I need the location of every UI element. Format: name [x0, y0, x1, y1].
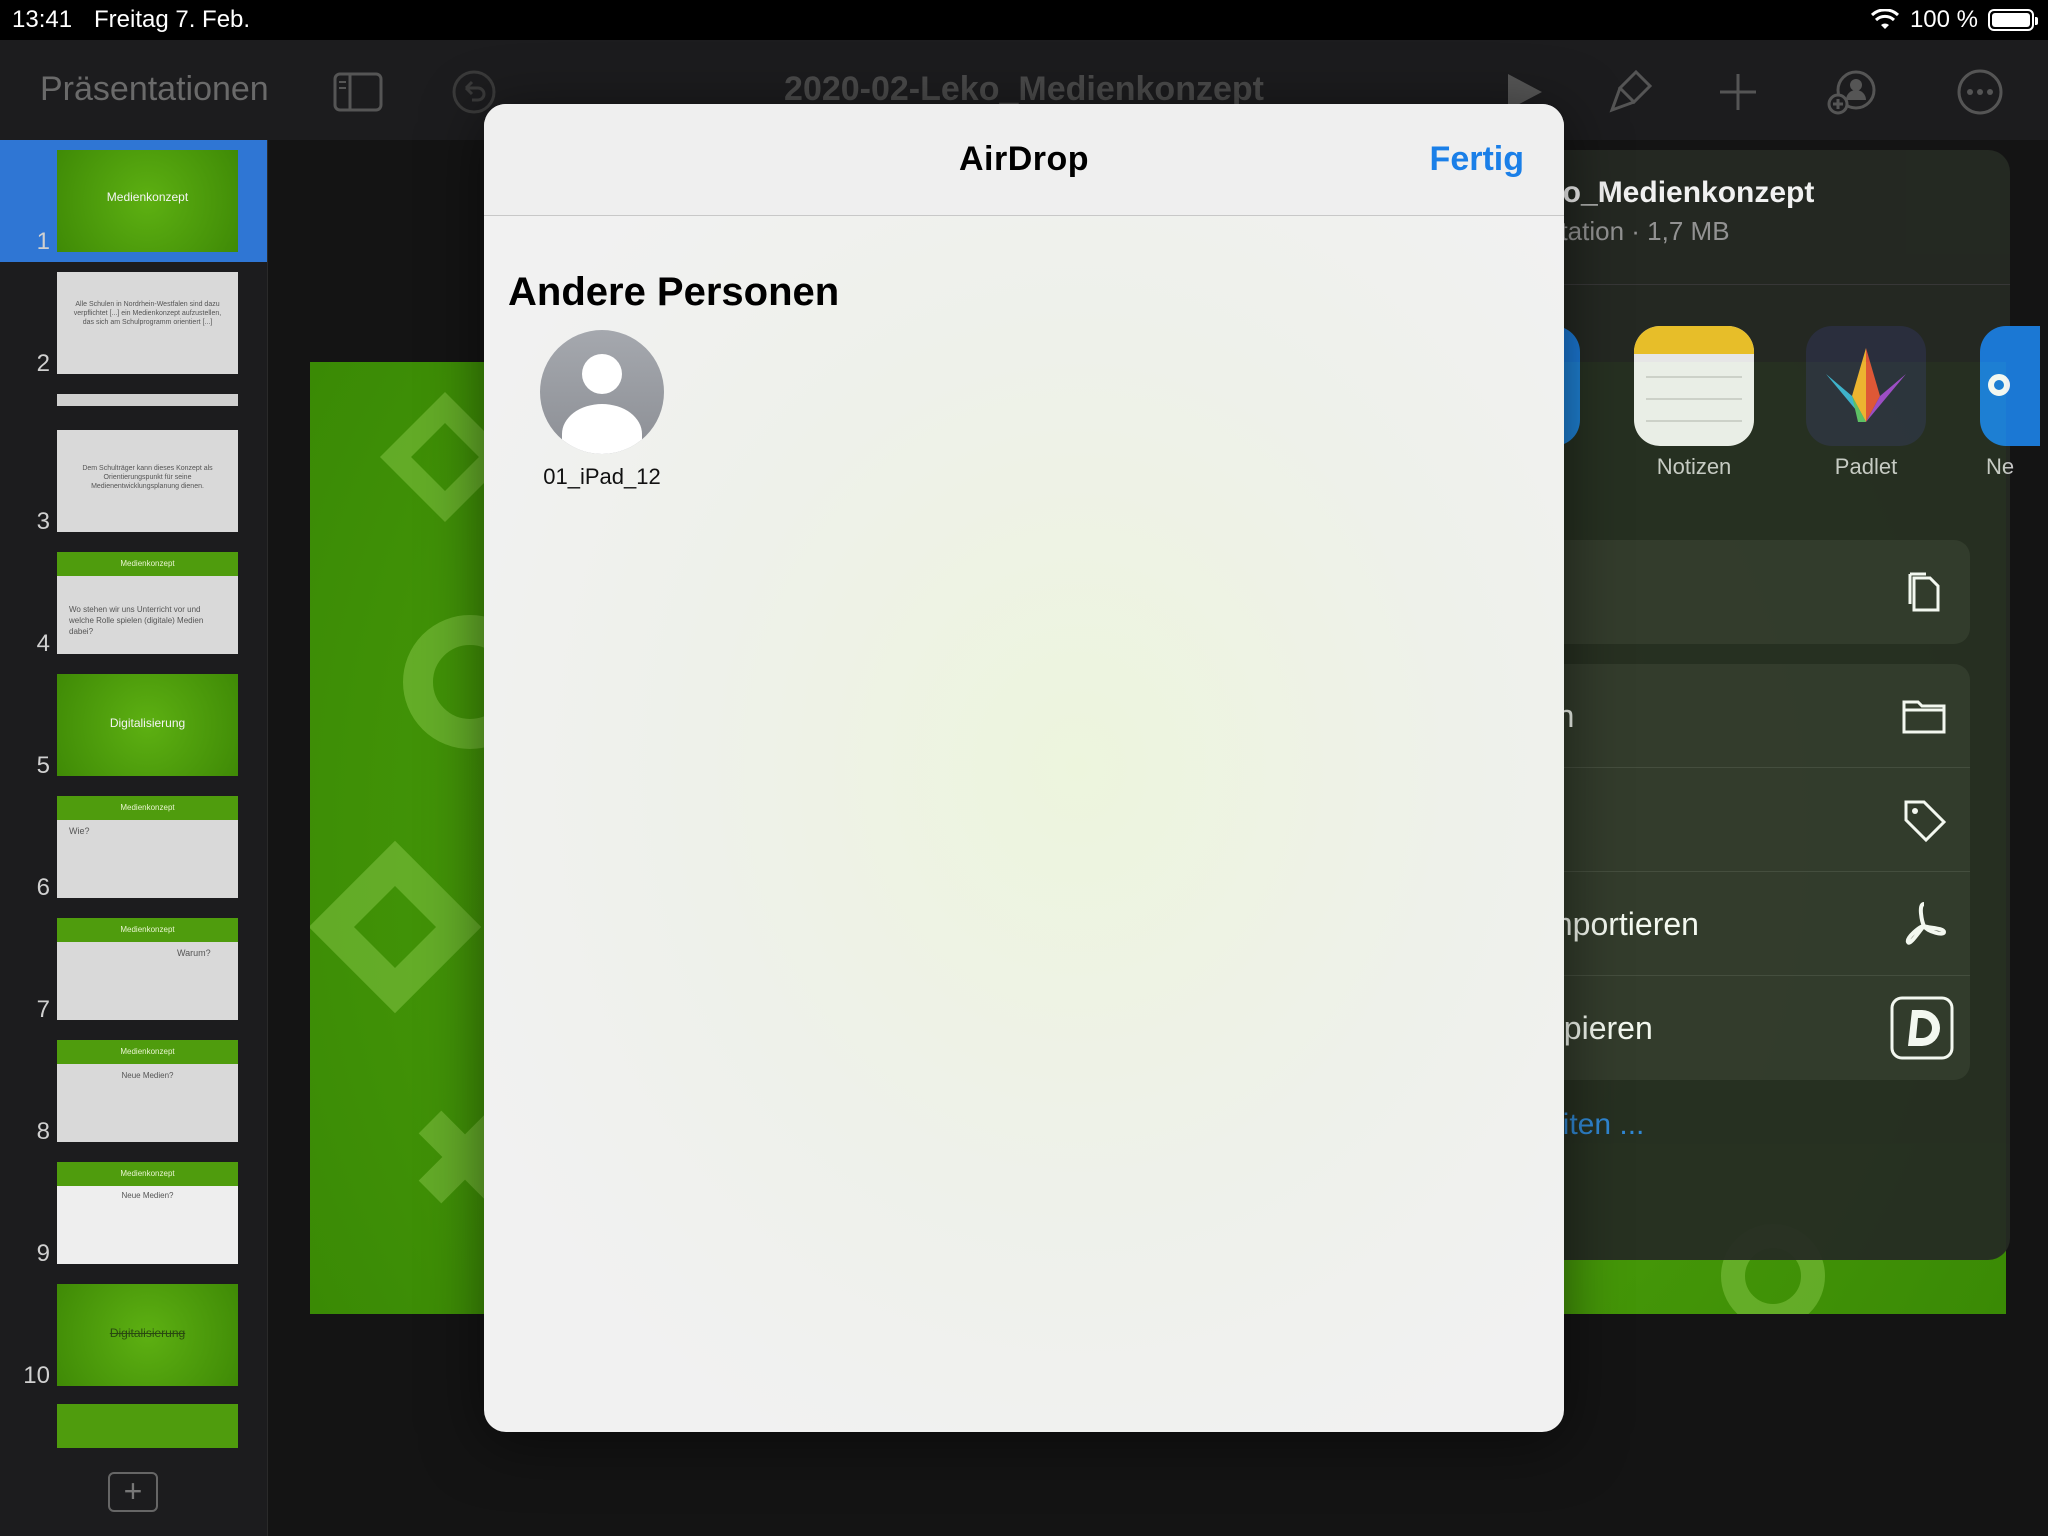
slide-preview: Medienkonzept Warum?: [57, 918, 238, 1020]
slide-header: Medienkonzept: [57, 796, 238, 820]
airdrop-header: AirDrop Fertig: [484, 104, 1564, 216]
person-name: 01_iPad_12: [543, 464, 661, 489]
slide-number: 8: [36, 1118, 50, 1145]
notes-icon: [1634, 326, 1754, 446]
slide-text: Warum?: [177, 948, 211, 958]
slide-title: Medienkonzept: [106, 190, 189, 204]
app-label: Padlet: [1834, 454, 1898, 479]
slide-thumbnail[interactable]: Medienkonzept Neue Medien? 8: [0, 1030, 267, 1152]
documents-app-icon: [1890, 996, 1954, 1060]
slide-header: Medienkonzept: [57, 552, 238, 576]
slide-thumbnail[interactable]: Digitalisierung 5: [0, 664, 267, 786]
slide-number: 2: [36, 350, 50, 377]
airdrop-title: AirDrop: [958, 140, 1090, 178]
action-label: mportieren: [1546, 906, 1699, 942]
app-label: Notizen: [1656, 454, 1732, 479]
add-slide-button[interactable]: +: [108, 1472, 158, 1512]
share-action-group: rn n mportieren opieren: [1530, 664, 1970, 1080]
slide-title: Digitalisierung: [109, 1326, 186, 1340]
airdrop-dialog: AirDrop Fertig Andere Personen 01_iPad_1…: [484, 104, 1564, 1432]
slide-number: 3: [36, 508, 50, 535]
more-icon[interactable]: [1954, 66, 2006, 118]
share-doc-subtitle: ntation · 1,7 MB: [1546, 216, 1730, 246]
avatar-icon: [540, 330, 664, 454]
airdrop-person[interactable]: 01_iPad_12: [526, 330, 678, 490]
format-brush-icon[interactable]: [1604, 66, 1656, 118]
slide-number: 9: [36, 1240, 50, 1267]
slide-preview: Digitalisierung: [57, 1284, 238, 1386]
share-app-partial-ne[interactable]: Ne: [1980, 326, 2040, 480]
slide-number: 1: [36, 228, 50, 255]
slide-text: Neue Medien?: [121, 1071, 174, 1080]
slide-number: 7: [36, 996, 50, 1023]
slide-header: Medienkonzept: [57, 1040, 238, 1064]
share-app-notizen[interactable]: Notizen: [1634, 326, 1754, 480]
status-date: Freitag 7. Feb.: [94, 6, 251, 33]
slide-thumbnail[interactable]: Dem Schulträger kann dieses Konzept als …: [0, 420, 267, 542]
copy-icon: [1908, 572, 1940, 612]
slide-preview: Medienkonzept Wo stehen wir uns Unterric…: [57, 552, 238, 654]
slide-text: Alle Schulen in Nordrhein-Westfalen sind…: [73, 301, 222, 326]
slide-preview: Dem Schulträger kann dieses Konzept als …: [57, 430, 238, 532]
slide-preview: Digitalisierung: [57, 674, 238, 776]
slide-thumbnail[interactable]: Medienkonzept 1: [0, 140, 267, 262]
done-button[interactable]: Fertig: [1430, 140, 1524, 179]
slide-header: Medienkonzept: [57, 918, 238, 942]
add-icon[interactable]: [1712, 66, 1764, 118]
app-icon: [1980, 326, 2040, 446]
slide-thumbnail[interactable]: Digitalisierung 10: [0, 1274, 267, 1396]
slide-divider: [57, 394, 238, 406]
battery-percent: 100 %: [1909, 6, 1978, 33]
padlet-icon: [1806, 326, 1926, 446]
section-title: Andere Personen: [508, 270, 840, 314]
slide-thumbnail[interactable]: Alle Schulen in Nordrhein-Westfalen sind…: [0, 262, 267, 384]
battery-icon: [1988, 9, 2038, 31]
app-label: Ne: [1986, 454, 2015, 479]
slide-number: 6: [36, 874, 50, 901]
slide-preview: Medienkonzept Neue Medien?: [57, 1040, 238, 1142]
share-sheet: ko_Medienkonzept ntation · 1,7 MB Notize…: [1460, 150, 2040, 1260]
slide-header: Medienkonzept: [57, 1162, 238, 1186]
export-pdf-action[interactable]: mportieren: [1530, 872, 1970, 976]
acrobat-icon: [1905, 902, 1947, 945]
slide-preview: Medienkonzept Neue Medien?: [57, 1162, 238, 1264]
share-doc-title: ko_Medienkonzept: [1546, 176, 1815, 209]
copy-to-app-action[interactable]: opieren: [1530, 976, 1970, 1080]
slide-number: 4: [36, 630, 50, 657]
slide-number: 10: [23, 1362, 50, 1389]
slide-preview: Medienkonzept Wie?: [57, 796, 238, 898]
status-time: 13:41: [12, 6, 73, 33]
slide-preview-partial[interactable]: [57, 1404, 238, 1448]
share-action-group-copy: [1530, 540, 1970, 644]
slide-thumbnail[interactable]: Medienkonzept Wo stehen wir uns Unterric…: [0, 542, 267, 664]
tag-icon: [1904, 800, 1947, 843]
slide-text: Wo stehen wir uns Unterricht vor und wel…: [69, 605, 204, 636]
status-bar: 13:41 Freitag 7. Feb. 100 %: [0, 0, 2048, 40]
slide-preview: Medienkonzept: [57, 150, 238, 252]
copy-action[interactable]: [1530, 540, 1970, 644]
share-app-padlet[interactable]: Padlet: [1806, 326, 1926, 480]
slide-text: Neue Medien?: [121, 1191, 174, 1200]
slide-thumbnail[interactable]: Medienkonzept Warum? 7: [0, 908, 267, 1030]
share-divider: [1490, 284, 2010, 285]
slide-navigator: Medienkonzept 1 Alle Schulen in Nordrhei…: [0, 140, 268, 1536]
slide-text: Wie?: [69, 826, 90, 836]
wifi-icon: [1870, 9, 1899, 29]
slide-title: Digitalisierung: [109, 716, 186, 730]
folder-icon: [1902, 700, 1946, 734]
tags-action[interactable]: n: [1530, 768, 1970, 872]
save-to-files-action[interactable]: rn: [1530, 664, 1970, 768]
slide-thumbnail[interactable]: Medienkonzept Neue Medien? 9: [0, 1152, 267, 1274]
slide-thumbnail[interactable]: Medienkonzept Wie? 6: [0, 786, 267, 908]
slide-number: 5: [36, 752, 50, 779]
status-right: 100 %: [1870, 6, 2038, 34]
slide-text: Dem Schulträger kann dieses Konzept als …: [82, 465, 213, 490]
slide-preview: Alle Schulen in Nordrhein-Westfalen sind…: [57, 272, 238, 374]
collaborate-icon[interactable]: [1826, 66, 1878, 118]
